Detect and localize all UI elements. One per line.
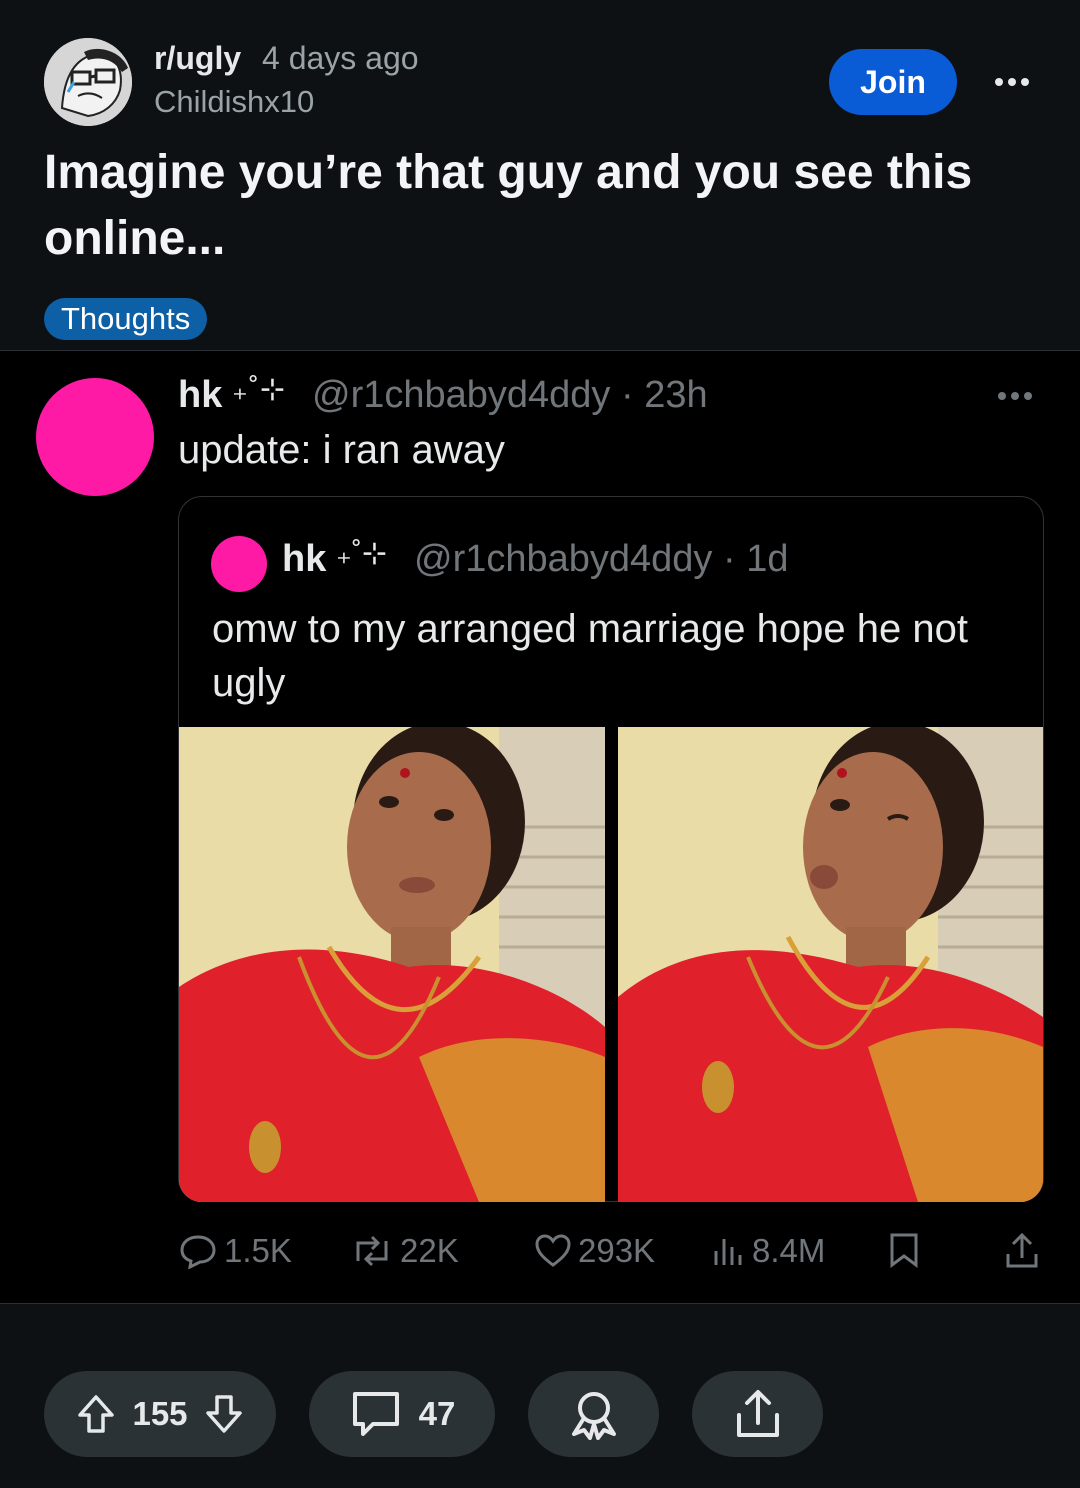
tweet-text: update: i ran away <box>178 428 505 472</box>
subreddit-avatar[interactable] <box>44 38 132 126</box>
post-flair[interactable]: Thoughts <box>44 298 208 340</box>
like-count: 293K <box>578 1232 656 1269</box>
tweet-more-icon <box>998 392 1032 400</box>
quoted-tweet-author-decoration: ₊˚⊹ <box>336 537 387 570</box>
comment-count: 47 <box>418 1395 456 1432</box>
bookmark-icon <box>888 1232 920 1268</box>
share-button[interactable] <box>692 1371 823 1457</box>
post-title: Imagine you’re that guy and you see this… <box>44 146 973 265</box>
quoted-tweet-avatar <box>211 536 267 592</box>
tweet-reply-stat: 1.5K <box>178 1232 292 1270</box>
retweet-count: 22K <box>400 1232 459 1269</box>
tweet-author-decoration: ₊˚⊹ <box>232 373 286 406</box>
reply-count: 1.5K <box>224 1232 292 1269</box>
upvote-icon[interactable] <box>76 1393 116 1435</box>
quoted-tweet-handle: @r1chbabyd4ddy · 1d <box>414 538 789 580</box>
more-options-icon[interactable] <box>990 60 1034 104</box>
downvote-icon[interactable] <box>204 1393 244 1435</box>
tweet-retweet-stat: 22K <box>350 1232 459 1270</box>
quoted-tweet-author-name: hk <box>282 538 327 580</box>
views-count: 8.4M <box>752 1232 826 1269</box>
heart-icon <box>535 1234 571 1267</box>
award-icon <box>571 1392 616 1440</box>
quoted-tweet-photo-1 <box>179 727 605 1202</box>
award-button[interactable] <box>528 1371 659 1457</box>
join-button[interactable]: Join <box>829 49 957 115</box>
quoted-tweet-photo-2 <box>618 727 1043 1202</box>
subreddit-name[interactable]: r/ugly <box>154 40 241 77</box>
comment-icon <box>352 1392 399 1436</box>
post-time: 4 days ago <box>262 40 419 76</box>
comments-button[interactable]: 47 <box>309 1371 495 1457</box>
quoted-tweet-text: omw to my arranged marriage hope he not … <box>212 607 968 705</box>
vote-count: 155 <box>132 1395 188 1432</box>
retweet-icon <box>356 1235 388 1267</box>
tweet-actions: 1.5K 22K 293K 8.4M <box>178 1232 1048 1272</box>
tweet-like-stat: 293K <box>534 1232 655 1270</box>
tweet-author-name: hk <box>178 374 223 416</box>
views-icon <box>714 1239 742 1265</box>
tweet-views-stat: 8.4M <box>710 1232 825 1270</box>
tweet-avatar <box>36 378 154 496</box>
share-icon <box>736 1390 779 1437</box>
vote-controls: 155 <box>44 1371 276 1457</box>
tweet-handle: @r1chbabyd4ddy · 23h <box>312 374 708 416</box>
post-author[interactable]: Childishx10 <box>154 84 314 120</box>
reply-icon <box>180 1235 216 1269</box>
tweet-share-icon <box>1004 1232 1040 1270</box>
